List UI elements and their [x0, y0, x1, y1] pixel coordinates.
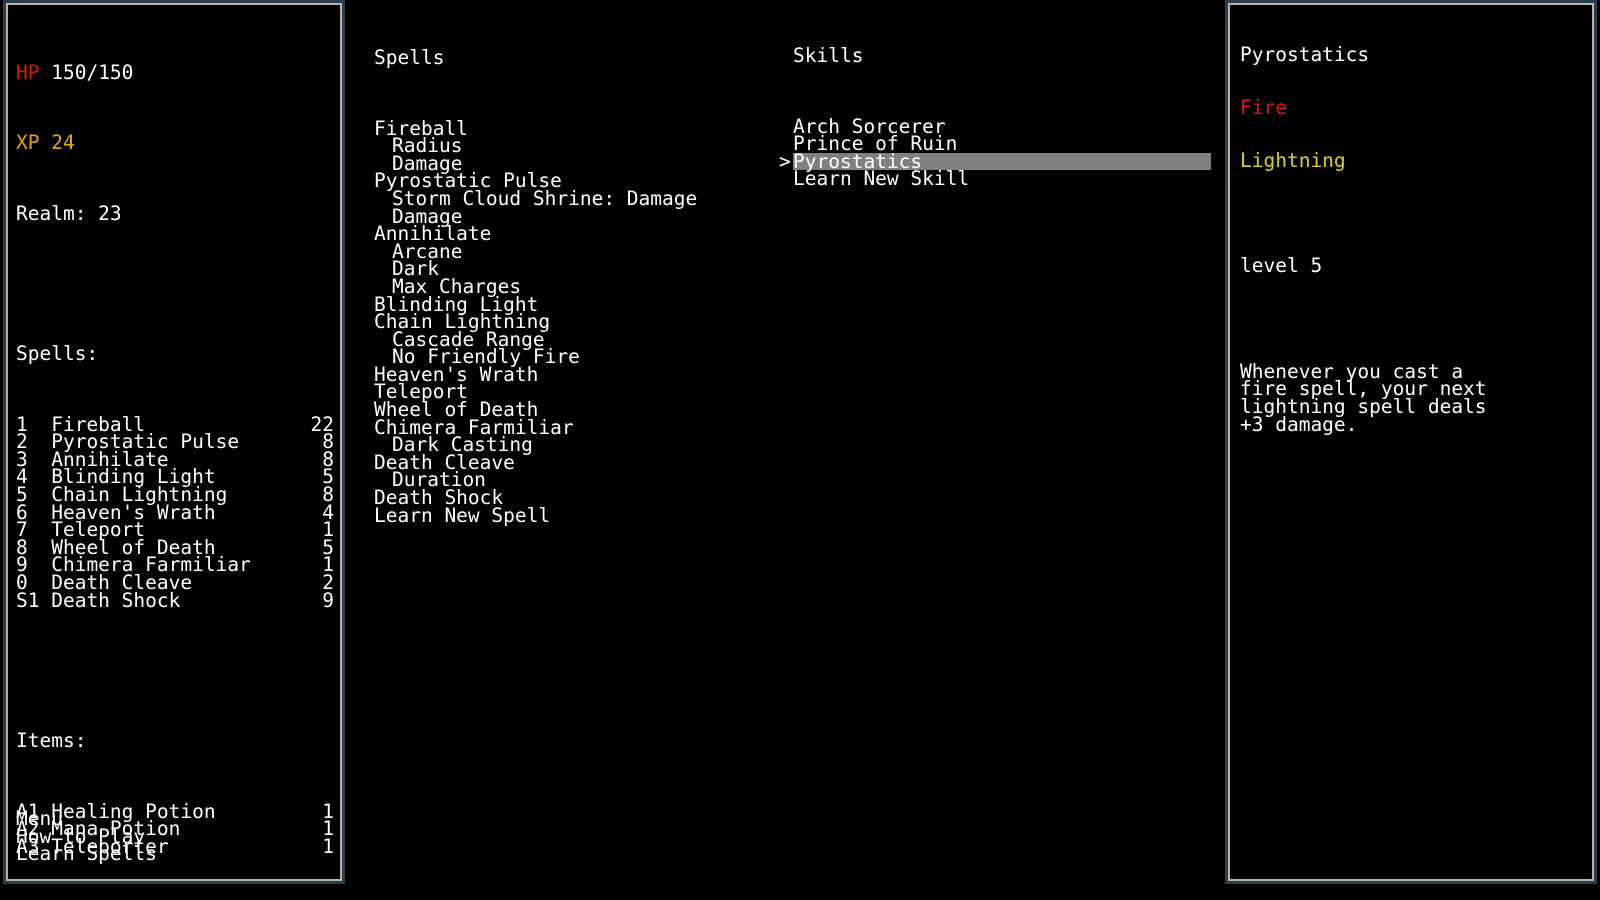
hp-value: 150/150: [51, 60, 134, 84]
hp-label: HP: [16, 60, 40, 84]
game-screen: HP 150/150 XP 24 Realm: 23 Spells: 1 Fir…: [0, 0, 1600, 900]
spells-column-heading: Spells: [374, 46, 445, 70]
xp-row: XP 24: [16, 131, 336, 155]
skill-entry[interactable]: Learn New Skill: [793, 167, 1213, 191]
status-panel-content: HP 150/150 XP 24 Realm: 23 Spells: 1 Fir…: [16, 11, 336, 891]
spell-slot-row[interactable]: S1 Death Shock 9: [16, 588, 334, 612]
detail-description-line: +3 damage.: [1240, 412, 1358, 436]
spells-heading: Spells:: [16, 342, 99, 366]
skills-entry-list: Arch Sorcerer Prince of Ruin > Pyrostatics L…: [779, 117, 1213, 191]
detail-tag-lightning: Lightning: [1240, 148, 1346, 172]
detail-description: Whenever you cast a fire spell, your next…: [1240, 362, 1584, 436]
spell-entry[interactable]: Learn New Spell: [374, 506, 774, 525]
spells-entry-list: Fireball Radius Damage Pyrostatic Pulse Stor…: [374, 119, 774, 525]
realm-row: Realm: 23: [16, 201, 122, 225]
spell-slot-row-count: 9: [322, 588, 334, 612]
spell-slot-row-label: S1 Death Shock: [16, 588, 181, 612]
items-heading: Items:: [16, 729, 87, 753]
skill-entry-label: Learn New Skill: [793, 167, 970, 191]
xp-value: 24: [51, 131, 75, 155]
spells-column: Spells Fireball Radius Damage Pyrostatic Pu…: [374, 14, 774, 559]
hp-row: HP 150/150: [16, 60, 336, 84]
detail-level: level 5: [1240, 254, 1323, 278]
detail-title: Pyrostatics: [1240, 43, 1370, 67]
selection-caret-icon: >: [779, 149, 791, 173]
status-panel: HP 150/150 XP 24 Realm: 23 Spells: 1 Fir…: [3, 0, 345, 884]
spell-slot-list: 1 Fireball 22 2 Pyrostatic Pulse 8 3 Annihil…: [16, 415, 336, 612]
detail-panel-content: Pyrostatics Fire Lightning level 5 Whene…: [1240, 11, 1584, 468]
menu-item[interactable]: Learn Spells: [16, 844, 336, 863]
skills-column-heading: Skills: [793, 44, 864, 68]
bottom-menu: Menu How to Play Learn Spells: [16, 809, 336, 863]
detail-panel: Pyrostatics Fire Lightning level 5 Whene…: [1225, 0, 1597, 884]
skills-column: Skills Arch Sorcerer Prince of Ruin > Pyros…: [779, 12, 1213, 223]
xp-label: XP: [16, 131, 40, 155]
detail-tag-fire: Fire: [1240, 95, 1287, 119]
